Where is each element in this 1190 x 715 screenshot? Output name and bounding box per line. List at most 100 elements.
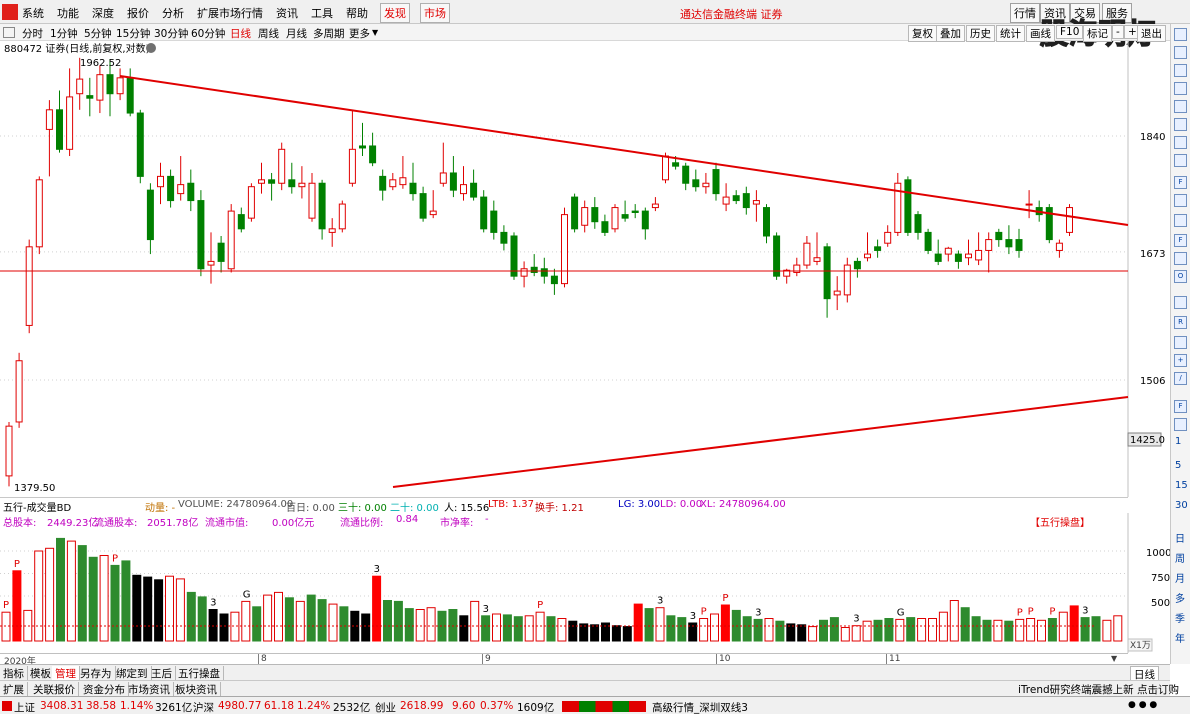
sidebar-num-30[interactable]: 30: [1175, 500, 1188, 511]
circle-icon[interactable]: O: [1174, 270, 1187, 283]
sidebar-period-multi[interactable]: 多: [1175, 590, 1185, 605]
period-fenshi[interactable]: 分时: [22, 26, 43, 41]
volume-bar: [77, 545, 87, 642]
hs-label[interactable]: 沪深: [193, 700, 214, 715]
sidebar-period-month[interactable]: 月: [1175, 570, 1185, 585]
trend-icon[interactable]: [1174, 100, 1187, 113]
table-icon[interactable]: [1174, 136, 1187, 149]
candle-body: [227, 210, 235, 270]
arrow-icon[interactable]: [1174, 252, 1187, 265]
menu-item-depth[interactable]: 深度: [92, 5, 114, 21]
zoom-out-button[interactable]: -: [1112, 25, 1124, 39]
fs-icon[interactable]: F: [1174, 400, 1187, 413]
status-icons[interactable]: ● ● ●: [1128, 700, 1157, 710]
period-30min[interactable]: 30分钟: [154, 26, 188, 41]
tab-bankuai-zixun[interactable]: 板块资讯: [172, 682, 221, 697]
chevron-down-icon[interactable]: ▼: [1111, 654, 1117, 663]
huaxian-button[interactable]: 画线: [1026, 25, 1055, 42]
rsi-icon[interactable]: R: [1174, 316, 1187, 329]
chevron-down-icon[interactable]: ▼: [372, 28, 378, 37]
candle-body: [419, 193, 427, 219]
sidebar-num-15[interactable]: 15: [1175, 480, 1188, 491]
candle-body: [399, 177, 407, 186]
fz-icon[interactable]: F: [1174, 234, 1187, 247]
tab-guanlian-baojia[interactable]: 关联报价: [30, 682, 79, 697]
tongji-button[interactable]: 统计: [996, 25, 1025, 42]
tab-zhibiao[interactable]: 指标: [0, 666, 28, 681]
ltb-value: LTB: 1.37: [488, 499, 534, 510]
shichang-button[interactable]: 市场: [420, 3, 450, 23]
sidebar-period-day[interactable]: 日: [1175, 530, 1185, 545]
biaoji-button[interactable]: 标记: [1083, 25, 1112, 42]
price-tick-1840: 1840: [1140, 132, 1165, 143]
exit-button[interactable]: 退出: [1137, 25, 1166, 42]
grid-icon[interactable]: [3, 27, 15, 38]
tab-bangdingdao[interactable]: 绑定到: [113, 666, 152, 681]
sidebar-period-season[interactable]: 季: [1175, 610, 1185, 625]
compare-icon[interactable]: [1174, 154, 1187, 167]
chart-icon[interactable]: [1174, 118, 1187, 131]
menu-item-system[interactable]: 系统: [22, 5, 44, 21]
itrend-promo-link[interactable]: iTrend研究终端震撼上新 点击订购: [1015, 682, 1182, 697]
period-15min[interactable]: 15分钟: [116, 26, 150, 41]
lishi-button[interactable]: 历史: [966, 25, 995, 42]
tab-zijin-fenbu[interactable]: 资金分布: [80, 682, 129, 697]
sh-label[interactable]: 上证: [14, 700, 35, 715]
cy-percent: 0.37%: [480, 700, 514, 712]
tab-muban[interactable]: 模板: [27, 666, 55, 681]
sidebar-num-5[interactable]: 5: [1175, 460, 1181, 471]
candle-body: [308, 182, 316, 219]
period-5min[interactable]: 5分钟: [84, 26, 112, 41]
period-more[interactable]: 更多: [349, 26, 370, 41]
tab-wanghou[interactable]: 王后: [148, 666, 176, 681]
menu-item-function[interactable]: 功能: [57, 5, 79, 21]
diejia-button[interactable]: 叠加: [936, 25, 965, 42]
faxian-button[interactable]: 发现: [380, 3, 410, 23]
menu-item-help[interactable]: 帮助: [346, 5, 368, 21]
document-icon[interactable]: [1174, 194, 1187, 207]
tab-lingcunwei[interactable]: 另存为: [77, 666, 116, 681]
sidebar-period-year[interactable]: 年: [1175, 630, 1185, 645]
page-icon[interactable]: [1174, 418, 1187, 431]
period-1min[interactable]: 1分钟: [50, 26, 78, 41]
kline-icon[interactable]: [1174, 64, 1187, 77]
bar-icon[interactable]: [1174, 214, 1187, 227]
list-icon[interactable]: [1174, 46, 1187, 59]
candle-body: [86, 95, 94, 99]
period-60min[interactable]: 60分钟: [191, 26, 225, 41]
sidebar-period-week[interactable]: 周: [1175, 550, 1185, 565]
bank-icon[interactable]: [1174, 336, 1187, 349]
period-weekly[interactable]: 周线: [258, 26, 279, 41]
chevron-down-icon[interactable]: [146, 43, 156, 53]
fuquan-button[interactable]: 复权: [908, 25, 937, 42]
xl-value: XL: 24780964.00: [700, 499, 786, 510]
menu-item-news[interactable]: 资讯: [276, 5, 298, 21]
hangqing-button[interactable]: 行情: [1010, 3, 1040, 23]
volume-chart[interactable]: PPP3G33P33PP33GPPP3 10000 7500 5000 X1万: [0, 513, 1170, 653]
cy-label[interactable]: 创业: [375, 700, 396, 715]
period-multi[interactable]: 多周期: [313, 26, 345, 41]
menu-item-analysis[interactable]: 分析: [162, 5, 184, 21]
menu-item-quote[interactable]: 报价: [127, 5, 149, 21]
volume-bar: [808, 626, 818, 642]
menu-item-ext-market[interactable]: 扩展市场行情: [197, 5, 263, 21]
indicator-name[interactable]: 五行-成交量BD: [3, 499, 71, 514]
tab-guanli[interactable]: 管理: [52, 666, 80, 681]
tab-wuxing-caopan[interactable]: 五行操盘: [175, 666, 224, 681]
sidebar-num-1[interactable]: 1: [1175, 436, 1181, 447]
wave-icon[interactable]: [1174, 296, 1187, 309]
period-daily[interactable]: 日线: [230, 26, 251, 41]
volume-bar: [1080, 617, 1090, 642]
restore-icon[interactable]: [1174, 28, 1187, 41]
f10-icon[interactable]: F: [1174, 176, 1187, 189]
kline-chart[interactable]: 880472 证券(日线,前复权,对数) 1962.52 1379.50 184…: [0, 41, 1170, 497]
pen-icon[interactable]: /: [1174, 372, 1187, 385]
tab-shichang-zixun[interactable]: 市场资讯: [125, 682, 174, 697]
move-icon[interactable]: +: [1174, 354, 1187, 367]
f10-button[interactable]: F10: [1056, 25, 1084, 39]
menu-item-tools[interactable]: 工具: [311, 5, 333, 21]
grid-icon[interactable]: [1174, 82, 1187, 95]
wuxing-caopan-link[interactable]: 【五行操盘】: [1030, 514, 1090, 529]
tab-kuozhan[interactable]: 扩展: [0, 682, 28, 697]
period-monthly[interactable]: 月线: [286, 26, 307, 41]
